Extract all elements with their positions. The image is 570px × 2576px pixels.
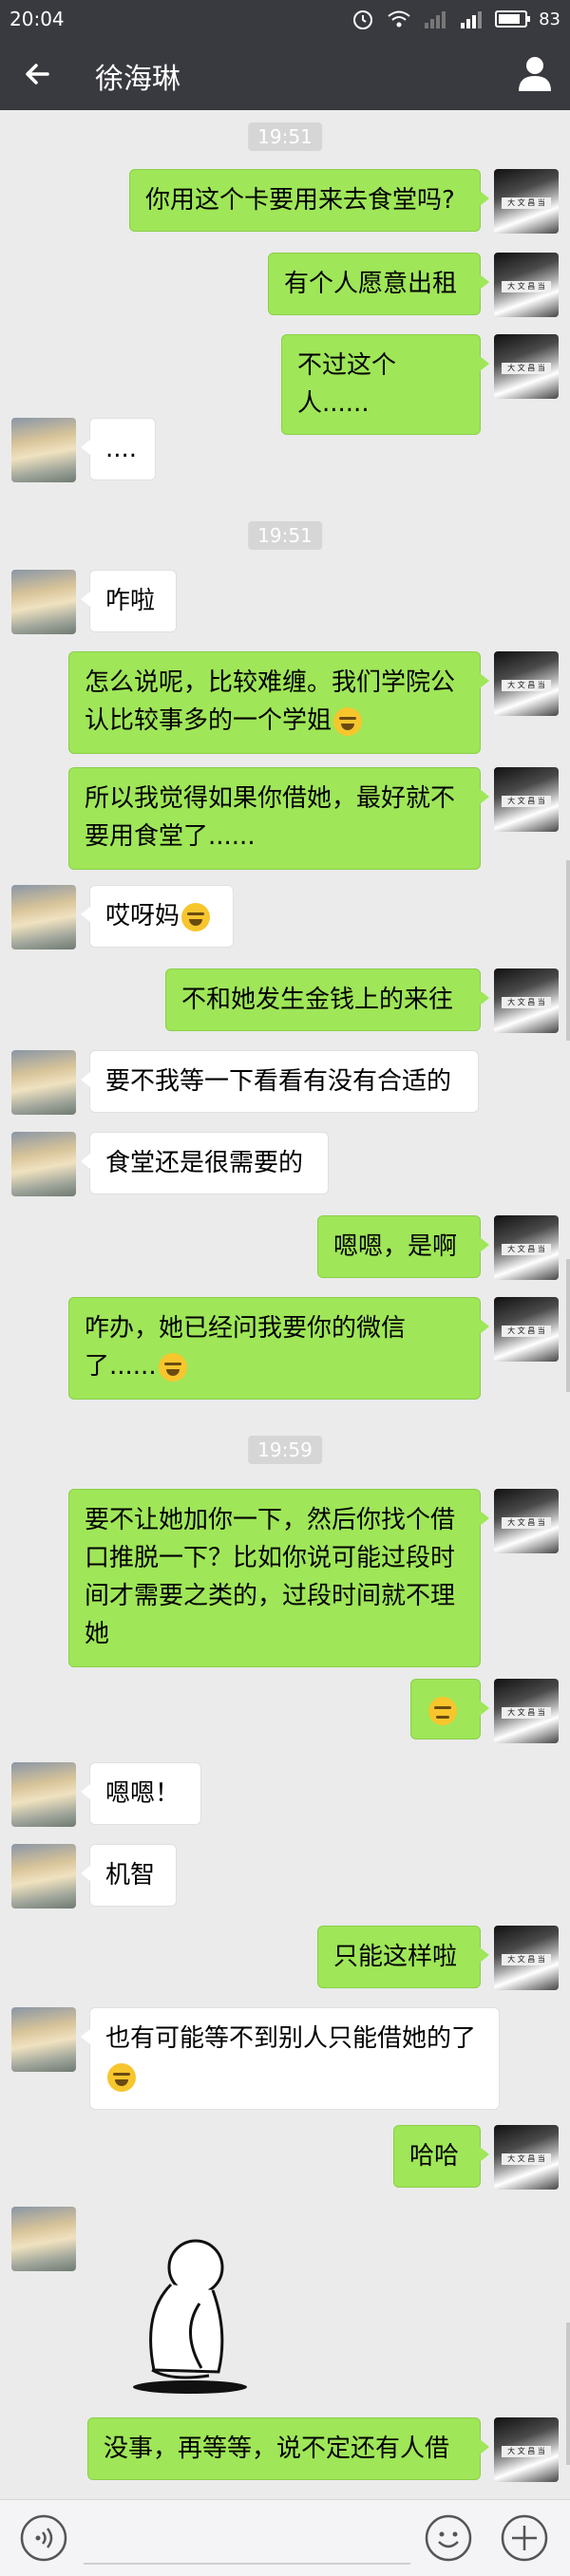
scrollbar[interactable] bbox=[566, 1259, 570, 1392]
timestamp: 19:51 bbox=[248, 521, 322, 550]
message-text: 哎呀妈 bbox=[105, 902, 180, 931]
input-bar bbox=[0, 2499, 570, 2576]
chat-header: 徐海琳 bbox=[0, 38, 570, 110]
message-bubble-received[interactable]: 机智 bbox=[81, 1844, 177, 1907]
back-arrow-icon[interactable] bbox=[19, 55, 57, 93]
person-icon[interactable] bbox=[515, 53, 555, 93]
my-avatar[interactable]: 大 文 昌 当 bbox=[494, 968, 559, 1033]
my-avatar[interactable]: 大 文 昌 当 bbox=[494, 651, 559, 716]
message-bubble-sent[interactable]: 不过这个人...... bbox=[281, 334, 489, 435]
contact-avatar[interactable] bbox=[11, 885, 76, 950]
message-bubble-received[interactable]: 也有可能等不到别人只能借她的了 bbox=[81, 2007, 500, 2110]
my-avatar[interactable]: 大 文 昌 当 bbox=[494, 1215, 559, 1280]
laugh-cry-emoji bbox=[181, 902, 211, 931]
my-avatar[interactable]: 大 文 昌 当 bbox=[494, 1679, 559, 1743]
plus-icon[interactable] bbox=[500, 2513, 549, 2563]
my-avatar[interactable]: 大 文 昌 当 bbox=[494, 253, 559, 317]
message-list[interactable]: 19:51 你用这个卡要用来去食堂吗? 大 文 昌 当 有个人愿意出租 大 文 … bbox=[0, 110, 570, 2499]
message-bubble-received[interactable]: 咋啦 bbox=[81, 570, 177, 632]
message-bubble-received[interactable]: 食堂还是很需要的 bbox=[81, 1132, 329, 1194]
battery-level bbox=[499, 14, 521, 24]
my-avatar[interactable]: 大 文 昌 当 bbox=[494, 2417, 559, 2482]
contact-avatar[interactable] bbox=[11, 1132, 76, 1196]
message-bubble-sent[interactable]: 你用这个卡要用来去食堂吗? bbox=[129, 169, 489, 232]
message-bubble-received[interactable]: .... bbox=[81, 418, 156, 480]
signal-icon bbox=[461, 11, 483, 28]
laugh-cry-emoji bbox=[107, 2062, 136, 2092]
status-icons: 83 bbox=[351, 6, 560, 32]
battery-percent: 83 bbox=[539, 9, 560, 29]
status-bar: 20:04 83 bbox=[0, 0, 570, 38]
message-text: 怎么说呢，比较难缠。我们学院公认比较事多的一个学姐 bbox=[85, 668, 456, 735]
contact-avatar[interactable] bbox=[11, 570, 76, 634]
message-bubble-sent[interactable]: 要不让她加你一下，然后你找个借口推脱一下？比如你说可能过段时间才需要之类的，过段… bbox=[68, 1489, 489, 1667]
timestamp: 19:59 bbox=[248, 1436, 322, 1464]
contact-avatar[interactable] bbox=[11, 1050, 76, 1115]
message-bubble-sent[interactable]: 不和她发生金钱上的来往 bbox=[165, 968, 489, 1031]
sitting-figure-sticker[interactable] bbox=[114, 2228, 266, 2398]
battery-icon bbox=[495, 10, 531, 28]
message-input[interactable] bbox=[84, 2519, 410, 2565]
contact-avatar[interactable] bbox=[11, 1762, 76, 1827]
message-bubble-sent[interactable]: 只能这样啦 bbox=[317, 1926, 489, 1988]
my-avatar[interactable]: 大 文 昌 当 bbox=[494, 767, 559, 832]
contact-avatar[interactable] bbox=[11, 418, 76, 482]
chat-title: 徐海琳 bbox=[95, 63, 180, 96]
message-bubble-sent[interactable]: 有个人愿意出租 bbox=[268, 253, 489, 315]
emoji-icon[interactable] bbox=[424, 2513, 473, 2563]
timestamp: 19:51 bbox=[248, 122, 322, 151]
my-avatar[interactable]: 大 文 昌 当 bbox=[494, 2125, 559, 2190]
message-text: 咋办，她已经问我要你的微信了...... bbox=[85, 1314, 407, 1381]
message-bubble-received[interactable]: 要不我等一下看看有没有合适的 bbox=[81, 1050, 479, 1113]
message-bubble-sent[interactable]: 怎么说呢，比较难缠。我们学院公认比较事多的一个学姐 bbox=[68, 651, 489, 754]
message-bubble-sent[interactable]: 所以我觉得如果你借她，最好就不要用食堂了...... bbox=[68, 767, 489, 870]
my-avatar[interactable]: 大 文 昌 当 bbox=[494, 334, 559, 399]
laugh-cry-emoji bbox=[333, 706, 363, 736]
signal-empty-icon bbox=[425, 11, 446, 28]
contact-avatar[interactable] bbox=[11, 1844, 76, 1908]
message-bubble-sent[interactable]: 咋办，她已经问我要你的微信了...... bbox=[68, 1297, 489, 1400]
message-bubble-received[interactable]: 嗯嗯！ bbox=[81, 1762, 201, 1825]
wifi-icon bbox=[388, 10, 410, 28]
status-time: 20:04 bbox=[10, 8, 65, 30]
message-bubble-sent[interactable]: 没事，再等等，说不定还有人借 bbox=[87, 2417, 489, 2480]
contact-avatar[interactable] bbox=[11, 2007, 76, 2072]
message-text: 也有可能等不到别人只能借她的了 bbox=[105, 2024, 477, 2053]
scrollbar[interactable] bbox=[566, 2322, 570, 2465]
my-avatar[interactable]: 大 文 昌 当 bbox=[494, 1297, 559, 1362]
voice-icon[interactable] bbox=[19, 2513, 68, 2563]
message-bubble-sent[interactable]: 嗯嗯，是啊 bbox=[317, 1215, 489, 1278]
my-avatar[interactable]: 大 文 昌 当 bbox=[494, 169, 559, 234]
alarm-icon bbox=[353, 10, 373, 29]
scrollbar[interactable] bbox=[566, 860, 570, 1041]
my-avatar[interactable]: 大 文 昌 当 bbox=[494, 1926, 559, 1990]
my-avatar[interactable]: 大 文 昌 当 bbox=[494, 1489, 559, 1553]
message-bubble-sent[interactable]: 哈哈 bbox=[393, 2125, 489, 2188]
contact-avatar[interactable] bbox=[11, 2207, 76, 2271]
laugh-cry-emoji bbox=[158, 1352, 187, 1382]
sly-smile-emoji bbox=[428, 1696, 457, 1725]
message-bubble-sent[interactable] bbox=[410, 1679, 489, 1739]
message-bubble-received[interactable]: 哎呀妈 bbox=[81, 885, 234, 948]
